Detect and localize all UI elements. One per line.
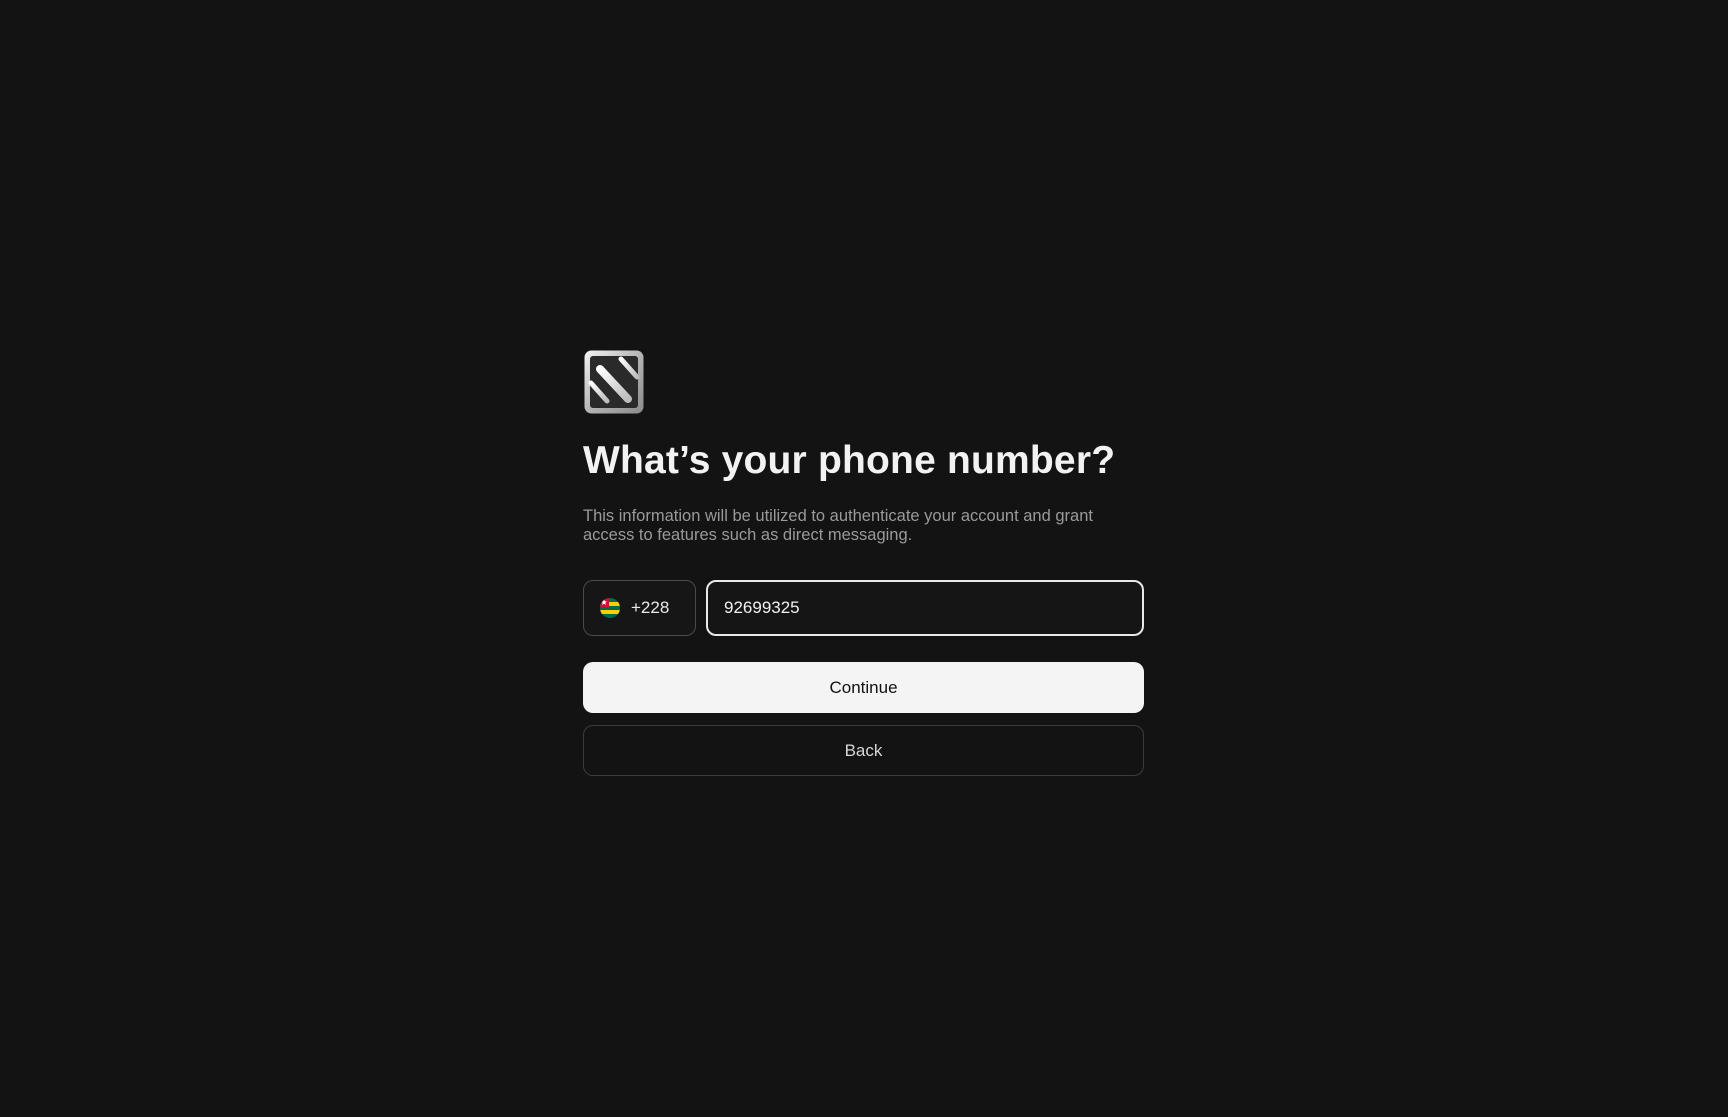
slash-square-logo-icon xyxy=(584,350,644,414)
country-code-select[interactable]: +228 xyxy=(583,580,696,636)
phone-input-row: +228 xyxy=(583,580,1144,636)
togo-flag-icon xyxy=(600,598,620,618)
dial-code: +228 xyxy=(631,598,670,617)
page-title: What’s your phone number? xyxy=(583,439,1116,482)
back-button[interactable]: Back xyxy=(583,725,1144,776)
phone-number-input[interactable] xyxy=(706,580,1144,636)
page-description: This information will be utilized to aut… xyxy=(583,507,1093,544)
phone-form: What’s your phone number? This informati… xyxy=(583,349,1144,776)
continue-button[interactable]: Continue xyxy=(583,662,1144,713)
